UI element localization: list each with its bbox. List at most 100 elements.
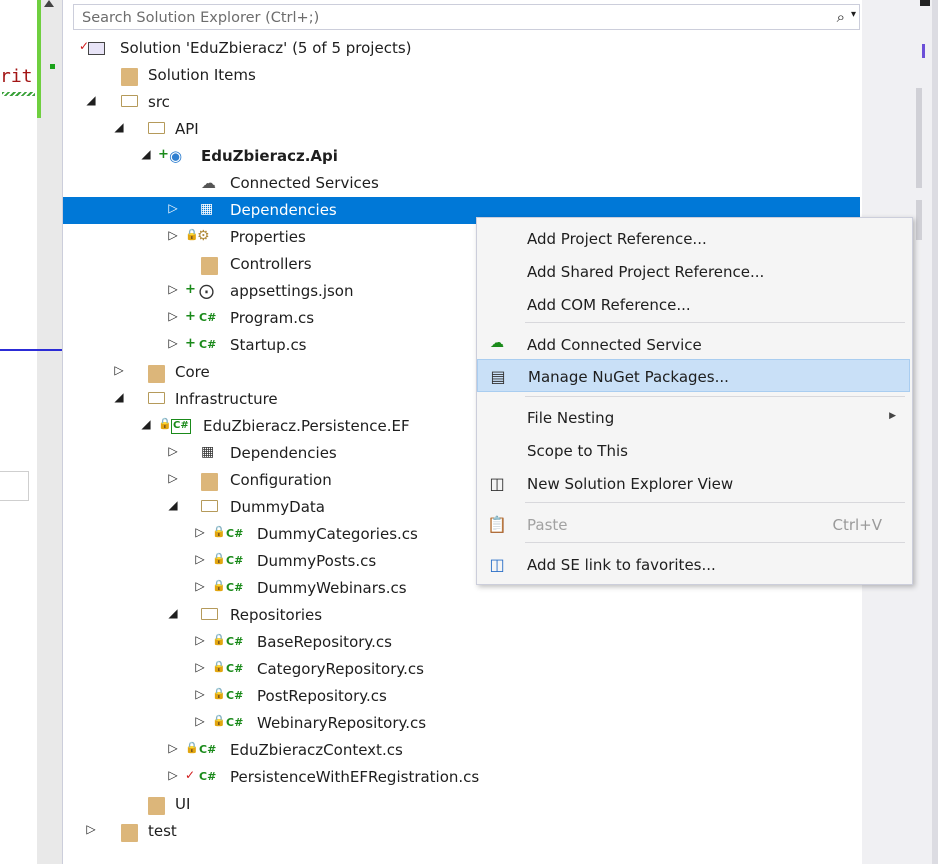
tree-row-eduzbieracz-api[interactable]: ◢ + ◉ EduZbieracz.Api — [63, 143, 860, 170]
tree-row-solution-items[interactable]: Solution Items — [63, 62, 860, 89]
menu-item-add-com-reference[interactable]: Add COM Reference... — [477, 288, 910, 321]
tree-label: BaseRepository.cs — [257, 633, 392, 651]
tree-row-eduzbieraczcontext[interactable]: ▷ 🔒 C# EduZbieraczContext.cs — [63, 737, 860, 764]
csharp-file-icon: C# — [226, 689, 244, 702]
tree-label: Dependencies — [230, 444, 337, 462]
expand-arrow-icon[interactable]: ▷ — [194, 714, 206, 728]
collapse-arrow-icon[interactable]: ◢ — [167, 498, 179, 512]
search-options-dropdown-icon[interactable]: ▾ — [851, 9, 856, 20]
expand-arrow-icon[interactable]: ▷ — [167, 228, 179, 242]
menu-item-add-project-reference[interactable]: Add Project Reference... — [477, 222, 910, 255]
tree-row-ui[interactable]: UI — [63, 791, 860, 818]
tree-row-webinaryrepository[interactable]: ▷ 🔒 C# WebinaryRepository.cs — [63, 710, 860, 737]
open-folder-icon — [121, 95, 138, 107]
menu-item-add-shared-project-reference[interactable]: Add Shared Project Reference... — [477, 255, 910, 288]
menu-item-label: Manage NuGet Packages... — [528, 368, 729, 386]
connected-service-icon: ☁ — [490, 335, 504, 351]
expand-arrow-icon[interactable]: ▷ — [167, 741, 179, 755]
folder-icon — [121, 68, 138, 86]
tree-label: Connected Services — [230, 174, 379, 192]
collapse-arrow-icon[interactable]: ◢ — [113, 390, 125, 404]
expand-arrow-icon[interactable]: ▷ — [167, 444, 179, 458]
lock-icon: 🔒 — [212, 687, 226, 700]
editor-scrollbar-gutter[interactable] — [37, 0, 62, 864]
nuget-package-icon: ▤ — [490, 367, 506, 386]
tree-row-persistencewithefregistration[interactable]: ▷ ✓ C# PersistenceWithEFRegistration.cs — [63, 764, 860, 791]
menu-separator — [525, 502, 905, 503]
tree-label: API — [175, 120, 199, 138]
expand-arrow-icon[interactable]: ▷ — [167, 471, 179, 485]
open-folder-icon — [201, 500, 218, 512]
properties-wrench-icon: ⚙ — [197, 228, 210, 244]
open-folder-icon — [201, 608, 218, 620]
expand-arrow-icon[interactable]: ▷ — [194, 552, 206, 566]
tree-label: Repositories — [230, 606, 323, 624]
menu-item-add-connected-service[interactable]: ☁ Add Connected Service — [477, 328, 910, 361]
menu-item-label: New Solution Explorer View — [527, 475, 734, 493]
folder-icon — [201, 473, 218, 491]
tree-row-categoryrepository[interactable]: ▷ 🔒 C# CategoryRepository.cs — [63, 656, 860, 683]
tree-row-src[interactable]: ◢ src — [63, 89, 860, 116]
collapse-arrow-icon[interactable]: ◢ — [140, 417, 152, 431]
folder-icon — [201, 257, 218, 275]
tree-label: DummyPosts.cs — [257, 552, 377, 570]
tree-label: Properties — [230, 228, 306, 246]
added-plus-icon: + — [158, 147, 169, 162]
collapse-arrow-icon[interactable]: ◢ — [85, 93, 97, 107]
cloud-icon: ☁ — [201, 174, 216, 192]
lock-icon: 🔒 — [212, 579, 226, 592]
scrollbar-thumb[interactable] — [916, 88, 922, 188]
csharp-file-icon: C# — [199, 311, 217, 324]
tree-row-test[interactable]: ▷ test — [63, 818, 860, 845]
expand-arrow-icon[interactable]: ▷ — [167, 201, 179, 215]
tree-label: Dependencies — [230, 201, 337, 219]
tree-row-repositories[interactable]: ◢ Repositories — [63, 602, 860, 629]
tree-row-baserepository[interactable]: ▷ 🔒 C# BaseRepository.cs — [63, 629, 860, 656]
tree-label: EduZbieracz.Persistence.EF — [203, 417, 410, 435]
csharp-project-icon: C# — [171, 419, 191, 434]
scrollbar-thumb-secondary[interactable] — [916, 200, 922, 240]
tree-row-api[interactable]: ◢ API — [63, 116, 860, 143]
menu-item-label: Add COM Reference... — [527, 296, 691, 314]
search-box[interactable]: ⌕ ▾ — [73, 4, 860, 30]
menu-item-scope-to-this[interactable]: Scope to This — [477, 434, 910, 467]
tree-label: Startup.cs — [230, 336, 307, 354]
expand-arrow-icon[interactable]: ▷ — [167, 768, 179, 782]
menu-item-manage-nuget-packages[interactable]: ▤ Manage NuGet Packages... — [477, 359, 910, 392]
gutter-position-marker — [37, 349, 62, 351]
collapse-arrow-icon[interactable]: ◢ — [140, 147, 152, 161]
tree-label: Controllers — [230, 255, 312, 273]
expand-arrow-icon[interactable]: ▷ — [167, 309, 179, 323]
menu-item-add-se-link-to-favorites[interactable]: ◫ Add SE link to favorites... — [477, 548, 910, 581]
added-plus-icon: + — [185, 309, 196, 324]
expand-arrow-icon[interactable]: ▷ — [194, 579, 206, 593]
search-input[interactable] — [80, 6, 784, 30]
json-file-icon: ⨀ — [199, 282, 214, 300]
expand-arrow-icon[interactable]: ▷ — [194, 633, 206, 647]
expand-arrow-icon[interactable]: ▷ — [85, 822, 97, 836]
editor-line-marker — [0, 349, 37, 351]
added-plus-icon: + — [185, 336, 196, 351]
menu-item-label: Paste — [527, 516, 568, 534]
menu-item-file-nesting[interactable]: File Nesting ▶ — [477, 401, 910, 434]
tree-row-postrepository[interactable]: ▷ 🔒 C# PostRepository.cs — [63, 683, 860, 710]
tree-label: EduZbieracz.Api — [201, 147, 338, 165]
collapse-arrow-icon[interactable]: ◢ — [167, 606, 179, 620]
tree-row-solution[interactable]: ✓ Solution 'EduZbieracz' (5 of 5 project… — [63, 35, 860, 62]
scroll-up-arrow-icon[interactable] — [44, 0, 54, 7]
expand-arrow-icon[interactable]: ▷ — [194, 687, 206, 701]
web-project-icon: ◉ — [169, 147, 183, 165]
expand-arrow-icon[interactable]: ▷ — [167, 282, 179, 296]
expand-arrow-icon[interactable]: ▷ — [194, 660, 206, 674]
folder-icon — [121, 824, 138, 842]
tree-row-connected-services[interactable]: ☁ Connected Services — [63, 170, 860, 197]
expand-arrow-icon[interactable]: ▷ — [167, 336, 179, 350]
expand-arrow-icon[interactable]: ▷ — [194, 525, 206, 539]
collapse-arrow-icon[interactable]: ◢ — [113, 120, 125, 134]
paste-icon: 📋 — [487, 515, 507, 534]
expand-arrow-icon[interactable]: ▷ — [113, 363, 125, 377]
code-editor-edge[interactable]: rit — [0, 0, 37, 864]
menu-item-new-solution-explorer-view[interactable]: ◫ New Solution Explorer View — [477, 467, 910, 500]
search-icon[interactable]: ⌕ — [837, 8, 845, 26]
menu-item-paste[interactable]: 📋 Paste Ctrl+V — [477, 508, 910, 541]
